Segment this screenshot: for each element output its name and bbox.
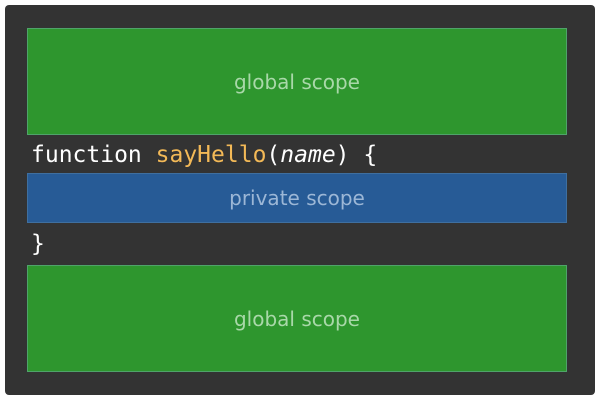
- close-paren-brace: ) {: [335, 142, 378, 168]
- private-scope: private scope: [27, 173, 567, 223]
- closing-brace-line: }: [31, 233, 45, 256]
- private-scope-label: private scope: [229, 186, 365, 210]
- function-name: sayHello: [155, 142, 267, 168]
- function-declaration-line: function sayHello(name) {: [31, 144, 377, 167]
- global-scope-bottom: global scope: [27, 265, 567, 372]
- global-scope-bottom-label: global scope: [233, 306, 360, 331]
- global-scope-top: global scope: [27, 28, 567, 135]
- function-parameter: name: [280, 142, 336, 168]
- open-paren: (: [266, 142, 281, 168]
- global-scope-top-label: global scope: [233, 69, 360, 94]
- function-keyword: function: [31, 142, 142, 168]
- closing-brace: }: [31, 231, 45, 257]
